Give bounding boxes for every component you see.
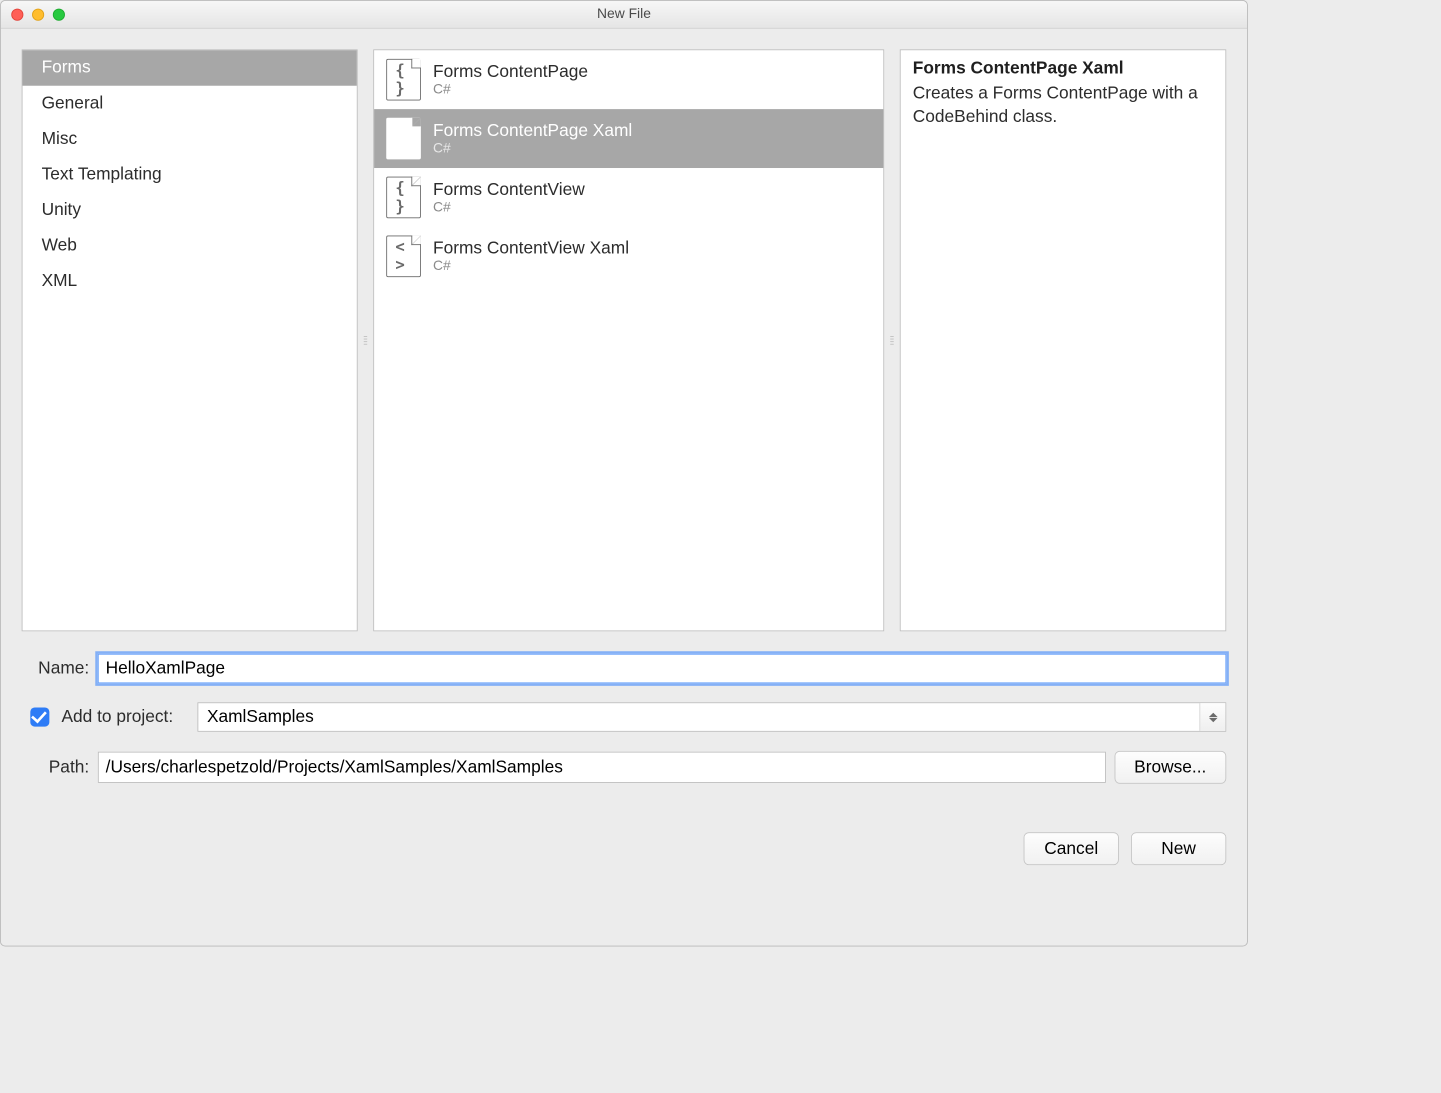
new-button[interactable]: New [1131,832,1226,865]
window-controls [11,8,65,20]
project-select[interactable]: XamlSamples [197,702,1226,731]
splitter-2[interactable] [889,49,894,631]
category-general[interactable]: General [23,86,357,122]
category-list: Forms General Misc Text Templating Unity… [22,49,358,631]
code-file-icon: { } [386,177,421,219]
template-list: { } Forms ContentPage C# < > Forms Conte… [373,49,884,631]
template-title: Forms ContentPage [433,62,588,82]
project-select-value: XamlSamples [207,707,314,727]
path-row: Path: Browse... [22,751,1227,784]
template-lang: C# [433,259,629,275]
description-body: Creates a Forms ContentPage with a CodeB… [913,82,1214,129]
template-lang: C# [433,200,585,216]
template-title: Forms ContentPage Xaml [433,121,632,141]
name-label: Name: [22,659,90,679]
window-title: New File [1,6,1247,22]
category-web[interactable]: Web [23,228,357,264]
name-input[interactable] [98,654,1226,683]
xaml-file-icon: < > [386,236,421,278]
category-forms[interactable]: Forms [23,50,357,86]
template-forms-contentview[interactable]: { } Forms ContentView C# [374,168,883,227]
close-window-button[interactable] [11,8,23,20]
add-to-project-row: Add to project: XamlSamples [22,702,1227,731]
minimize-window-button[interactable] [32,8,44,20]
xaml-file-icon: < > [386,118,421,160]
category-xml[interactable]: XML [23,263,357,299]
new-file-dialog: New File Forms General Misc Text Templat… [0,0,1248,947]
path-label: Path: [22,757,90,777]
add-to-project-checkbox[interactable] [30,708,49,727]
template-lang: C# [433,82,588,98]
name-row: Name: [22,654,1227,683]
dialog-footer: Cancel New [22,832,1227,865]
code-file-icon: { } [386,59,421,101]
dialog-content: Forms General Misc Text Templating Unity… [1,29,1247,946]
template-forms-contentpage-xaml[interactable]: < > Forms ContentPage Xaml C# [374,109,883,168]
template-lang: C# [433,141,632,157]
browse-button[interactable]: Browse... [1114,751,1226,784]
description-pane: Forms ContentPage Xaml Creates a Forms C… [900,49,1226,631]
category-unity[interactable]: Unity [23,192,357,228]
path-input[interactable] [98,752,1106,783]
template-forms-contentview-xaml[interactable]: < > Forms ContentView Xaml C# [374,227,883,286]
template-title: Forms ContentView Xaml [433,239,629,259]
panes-row: Forms General Misc Text Templating Unity… [22,49,1227,631]
splitter-1[interactable] [363,49,368,631]
add-to-project-label: Add to project: [61,707,173,727]
category-misc[interactable]: Misc [23,121,357,157]
template-forms-contentpage[interactable]: { } Forms ContentPage C# [374,50,883,109]
chevron-updown-icon [1199,703,1225,731]
template-title: Forms ContentView [433,180,585,200]
category-text-templating[interactable]: Text Templating [23,157,357,193]
form-area: Name: Add to project: XamlSamples Path: … [22,654,1227,803]
zoom-window-button[interactable] [53,8,65,20]
titlebar: New File [1,1,1247,29]
description-title: Forms ContentPage Xaml [913,59,1214,79]
cancel-button[interactable]: Cancel [1024,832,1119,865]
